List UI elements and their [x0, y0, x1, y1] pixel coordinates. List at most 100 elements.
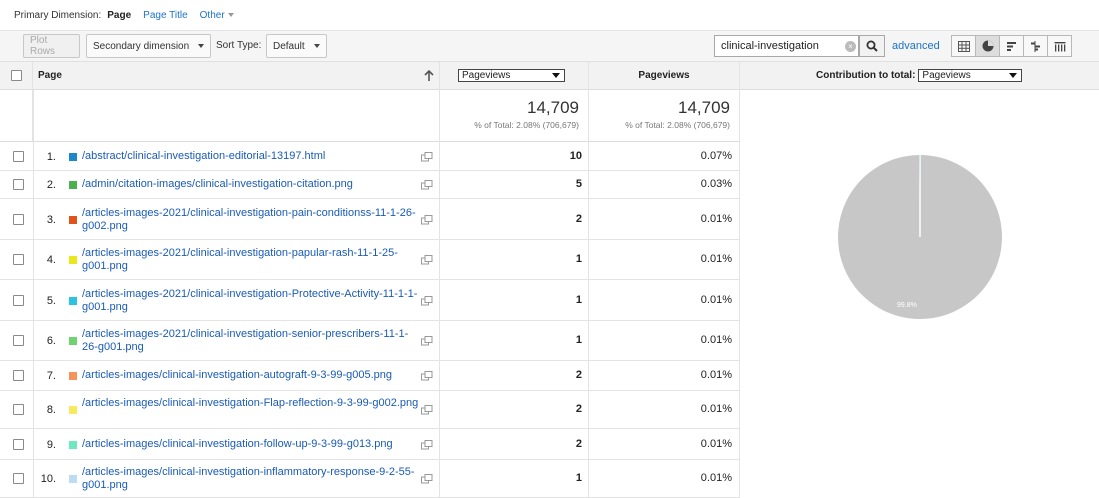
page-link[interactable]: /articles-images-2021/clinical-investiga…: [82, 247, 420, 273]
contribution-label: Contribution to total:: [816, 70, 916, 81]
page-link[interactable]: /admin/citation-images/clinical-investig…: [82, 178, 420, 191]
external-link-icon[interactable]: [421, 151, 433, 162]
pageviews-percent: 0.01%: [700, 472, 732, 484]
page-link[interactable]: /articles-images-2021/clinical-investiga…: [82, 328, 420, 354]
total-percent: % of Total: 2.08% (706,679): [474, 120, 579, 130]
row-checkbox[interactable]: [13, 254, 24, 265]
page-link[interactable]: /articles-images/clinical-investigation-…: [82, 438, 420, 451]
pageviews-value: 1: [575, 293, 582, 306]
row-checkbox[interactable]: [13, 150, 24, 162]
pageviews-percent: 0.01%: [700, 334, 732, 346]
row-checkbox[interactable]: [13, 404, 24, 415]
row-number: 5.: [46, 294, 56, 307]
term-cloud-view-button[interactable]: [1047, 35, 1072, 57]
row-color-swatch: [69, 440, 77, 449]
page-link[interactable]: /articles-images-2021/clinical-investiga…: [82, 288, 420, 314]
metric-select[interactable]: Pageviews: [458, 69, 565, 82]
totals-metric-cell: 14,709 % of Total: 2.08% (706,679): [440, 90, 589, 141]
comparison-view-button[interactable]: [1023, 35, 1048, 57]
row-checkbox[interactable]: [13, 335, 24, 346]
external-link-icon[interactable]: [421, 336, 433, 346]
row-checkbox[interactable]: [13, 179, 24, 190]
row-color-swatch: [69, 181, 77, 189]
external-link-icon[interactable]: [421, 439, 433, 450]
select-all-checkbox[interactable]: [10, 70, 22, 81]
column-divider: [739, 62, 740, 498]
row-color-swatch: [69, 256, 77, 264]
select-all-cell: [0, 62, 33, 90]
chevron-down-icon: [314, 44, 320, 48]
contribution-pie-chart: [838, 155, 1002, 319]
pie-slice-label: 99.8%: [897, 302, 917, 309]
row-number: 6.: [46, 335, 56, 347]
pageviews-value: 1: [575, 472, 582, 484]
table-row: 4. /articles-images-2021/clinical-investi…: [0, 240, 740, 280]
plot-rows-button[interactable]: Plot Rows: [23, 34, 80, 58]
comparison-view-icon: [1030, 40, 1040, 52]
row-number: 9.: [46, 438, 56, 451]
primary-dimension-label: Primary Dimension:: [14, 9, 102, 21]
sort-type-label: Sort Type:: [216, 40, 262, 51]
chevron-down-icon: [227, 12, 234, 17]
table-view-button[interactable]: [951, 35, 976, 57]
row-checkbox[interactable]: [13, 438, 24, 450]
primary-dimension-other[interactable]: Other: [200, 10, 234, 21]
pageviews-percent: 0.01%: [700, 253, 732, 265]
row-checkbox[interactable]: [13, 213, 24, 225]
pageviews-value: 2: [575, 212, 582, 225]
secondary-dimension-dropdown[interactable]: Secondary dimension: [86, 34, 211, 58]
metric-select-value: Pageviews: [462, 70, 511, 81]
contribution-select[interactable]: Pageviews: [918, 69, 1023, 82]
external-link-icon[interactable]: [421, 295, 433, 306]
external-link-icon[interactable]: [421, 214, 433, 225]
chevron-down-icon: [552, 73, 560, 78]
primary-dimension-other-label: Other: [199, 9, 225, 21]
contribution-header: Contribution to total: Pageviews: [740, 62, 1099, 90]
external-link-icon[interactable]: [421, 405, 433, 415]
column-divider: [33, 90, 34, 498]
search-input[interactable]: [714, 35, 859, 57]
primary-dimension-page[interactable]: Page: [107, 10, 131, 21]
pageviews-value: 1: [575, 253, 582, 265]
row-checkbox[interactable]: [13, 473, 24, 484]
chevron-down-icon: [1009, 73, 1018, 78]
row-checkbox[interactable]: [13, 294, 24, 306]
table-row: 10. /articles-images/clinical-investigati…: [0, 460, 740, 498]
external-link-icon[interactable]: [421, 180, 433, 190]
sort-type-dropdown[interactable]: Default: [266, 34, 327, 58]
row-number: 4.: [46, 254, 56, 266]
external-link-icon[interactable]: [421, 255, 433, 265]
external-link-icon[interactable]: [421, 474, 433, 484]
plot-rows-label: Plot Rows: [30, 35, 56, 57]
pageviews-column-header[interactable]: Pageviews: [589, 62, 740, 90]
row-checkbox[interactable]: [13, 370, 24, 381]
row-color-swatch: [69, 372, 77, 380]
page-link[interactable]: /articles-images/clinical-investigation-…: [82, 397, 420, 410]
search-icon: [866, 40, 878, 52]
advanced-filter-link[interactable]: advanced: [892, 40, 940, 52]
performance-view-button[interactable]: [999, 35, 1024, 57]
pageviews-percent: 0.01%: [700, 403, 732, 415]
row-number: 7.: [46, 370, 56, 382]
page-link[interactable]: /abstract/clinical-investigation-editori…: [82, 150, 420, 163]
table-row: 8. /articles-images/clinical-investigatio…: [0, 391, 740, 429]
page-link[interactable]: /articles-images-2021/clinical-investiga…: [82, 207, 420, 233]
page-column-header[interactable]: Page: [33, 62, 440, 90]
row-color-swatch: [69, 337, 77, 345]
primary-dimension-page-title[interactable]: Page Title: [143, 10, 187, 21]
page-link[interactable]: /articles-images/clinical-investigation-…: [82, 466, 420, 492]
pageviews-percent: 0.03%: [700, 178, 732, 190]
chevron-down-icon: [198, 44, 204, 48]
row-color-swatch: [69, 406, 77, 414]
sort-type-value: Default: [273, 40, 305, 52]
external-link-icon[interactable]: [421, 371, 433, 381]
contribution-select-value: Pageviews: [922, 70, 971, 81]
pageviews-value: 2: [575, 403, 582, 415]
search-button[interactable]: [859, 35, 885, 57]
row-number: 1.: [46, 150, 56, 163]
pie-view-button[interactable]: [975, 35, 1000, 57]
pie-view-icon: [982, 40, 993, 52]
table-toolbar: Plot Rows Secondary dimension Sort Type:…: [0, 30, 1099, 62]
clear-icon[interactable]: ×: [845, 41, 856, 52]
page-link[interactable]: /articles-images/clinical-investigation-…: [82, 369, 420, 382]
